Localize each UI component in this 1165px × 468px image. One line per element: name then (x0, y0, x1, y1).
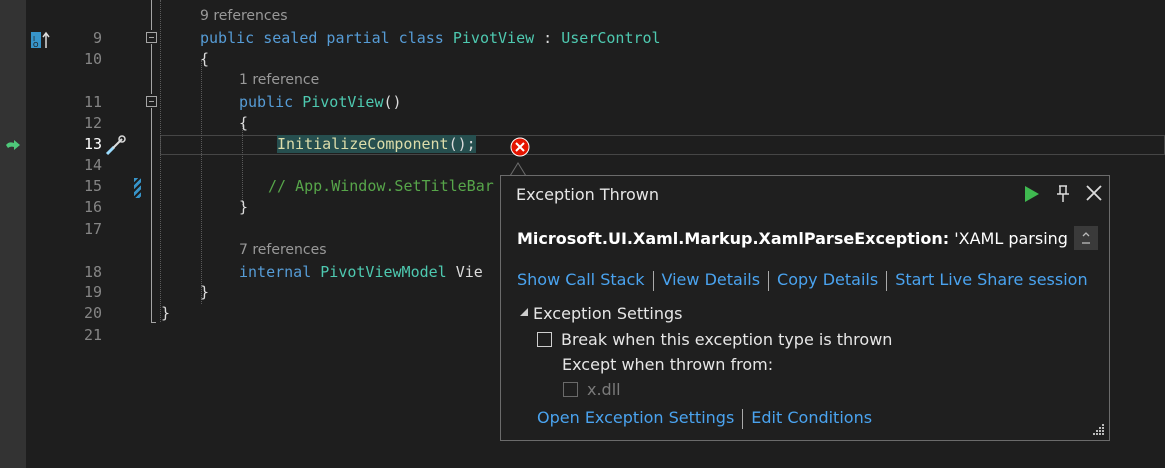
code-token: public (239, 93, 303, 111)
break-when-thrown-row[interactable]: Break when this exception type is thrown (537, 330, 892, 349)
code-line[interactable]: } (239, 197, 248, 217)
code-line[interactable]: { (239, 113, 248, 133)
line-number: 12 (83, 114, 102, 132)
separator (768, 270, 770, 291)
codelens-references[interactable]: 1 reference (239, 71, 319, 89)
line-number: 14 (83, 156, 102, 174)
glyph-margin[interactable] (0, 0, 26, 468)
code-token: () (383, 93, 402, 111)
settings-header-label: Exception Settings (533, 304, 683, 323)
code-token: { (200, 50, 210, 68)
edit-conditions-link[interactable]: Edit Conditions (751, 408, 872, 427)
code-token: PivotView (452, 29, 535, 47)
copy-details-link[interactable]: Copy Details (777, 270, 878, 289)
code-token: : (534, 29, 562, 47)
start-live-share-link[interactable]: Start Live Share session (895, 270, 1087, 289)
fold-line (151, 322, 156, 323)
exception-message: Microsoft.UI.Xaml.Markup.XamlParseExcept… (517, 229, 1068, 248)
current-statement-arrow-icon (6, 140, 20, 150)
indent-guide (160, 0, 161, 322)
except-label: Except when thrown from: (562, 355, 774, 374)
code-line[interactable]: public PivotView() (239, 92, 402, 112)
code-token: InitializeComponent (277, 135, 449, 153)
resize-grip-icon[interactable] (1091, 422, 1105, 436)
exception-actions: Show Call Stack View Details Copy Details S… (517, 270, 1088, 291)
break-when-thrown-label: Break when this exception type is thrown (561, 330, 893, 349)
chevron-up-icon (1082, 232, 1090, 244)
show-call-stack-link[interactable]: Show Call Stack (517, 270, 645, 289)
settings-actions: Open Exception Settings Edit Conditions (537, 408, 872, 429)
code-line[interactable]: } (200, 282, 209, 302)
separator (742, 408, 744, 429)
code-line[interactable]: } (161, 303, 170, 323)
indent-guide (201, 60, 202, 304)
continue-icon[interactable] (1022, 184, 1042, 204)
exception-settings-header[interactable]: Exception Settings (519, 304, 682, 323)
line-number: 15 (83, 177, 102, 195)
fold-line (151, 0, 152, 30)
exception-type: Microsoft.UI.Xaml.Markup.XamlParseExcept… (517, 229, 950, 248)
module-label: x.dll (587, 380, 621, 399)
code-token: (); (448, 135, 476, 153)
separator (652, 270, 654, 291)
collapse-triangle-icon (520, 308, 528, 316)
line-number: 17 (83, 220, 102, 238)
line-number: 20 (83, 304, 102, 322)
quick-actions-screwdriver-icon[interactable] (104, 134, 128, 158)
fold-line (151, 108, 152, 322)
module-row: x.dll (563, 380, 621, 399)
pin-icon[interactable] (1054, 184, 1072, 204)
code-token: UserControl (561, 29, 661, 47)
change-marker (134, 178, 141, 198)
code-line[interactable]: public sealed partial class PivotView : … (200, 28, 661, 48)
exception-popup: Exception Thrown Microsoft.UI.Xaml.Marku… (500, 175, 1110, 441)
code-token: } (161, 304, 171, 322)
line-number: 18 (83, 263, 102, 281)
separator (886, 270, 888, 291)
code-token: // App.Window.SetTitleBar (268, 177, 494, 195)
code-token: Vie (446, 263, 483, 281)
code-token: PivotViewModel (320, 263, 447, 281)
code-line[interactable]: // App.Window.SetTitleBar (268, 176, 494, 196)
error-icon[interactable] (510, 137, 530, 157)
code-token: PivotView (302, 93, 384, 111)
fold-toggle[interactable] (146, 32, 157, 43)
code-token: { (239, 114, 249, 132)
fold-line (151, 44, 152, 94)
view-details-link[interactable]: View Details (662, 270, 761, 289)
fold-toggle[interactable] (146, 96, 157, 107)
popup-title: Exception Thrown (516, 185, 659, 204)
code-line[interactable]: InitializeComponent(); (277, 134, 476, 154)
line-number: 16 (83, 198, 102, 216)
line-number: 9 (92, 29, 102, 47)
module-checkbox (563, 382, 578, 397)
line-number: 19 (83, 283, 102, 301)
code-token: internal (239, 263, 321, 281)
code-token: } (200, 283, 210, 301)
codelens-references[interactable]: 7 references (239, 241, 327, 259)
line-number: 13 (83, 135, 102, 153)
indent-guide (242, 125, 243, 205)
break-when-thrown-checkbox[interactable] (537, 332, 552, 347)
line-number: 21 (83, 326, 102, 344)
exception-text: 'XAML parsing (949, 229, 1068, 248)
code-token: public sealed partial class (200, 29, 453, 47)
code-line[interactable]: { (200, 49, 209, 69)
close-icon[interactable] (1085, 184, 1103, 202)
code-line[interactable]: internal PivotViewModel Vie (239, 262, 483, 282)
message-scroll-button[interactable] (1074, 226, 1098, 250)
codelens-references[interactable]: 9 references (200, 7, 288, 25)
open-exception-settings-link[interactable]: Open Exception Settings (537, 408, 734, 427)
line-number: 11 (83, 93, 102, 111)
code-token: } (239, 198, 249, 216)
line-number: 10 (83, 50, 102, 68)
